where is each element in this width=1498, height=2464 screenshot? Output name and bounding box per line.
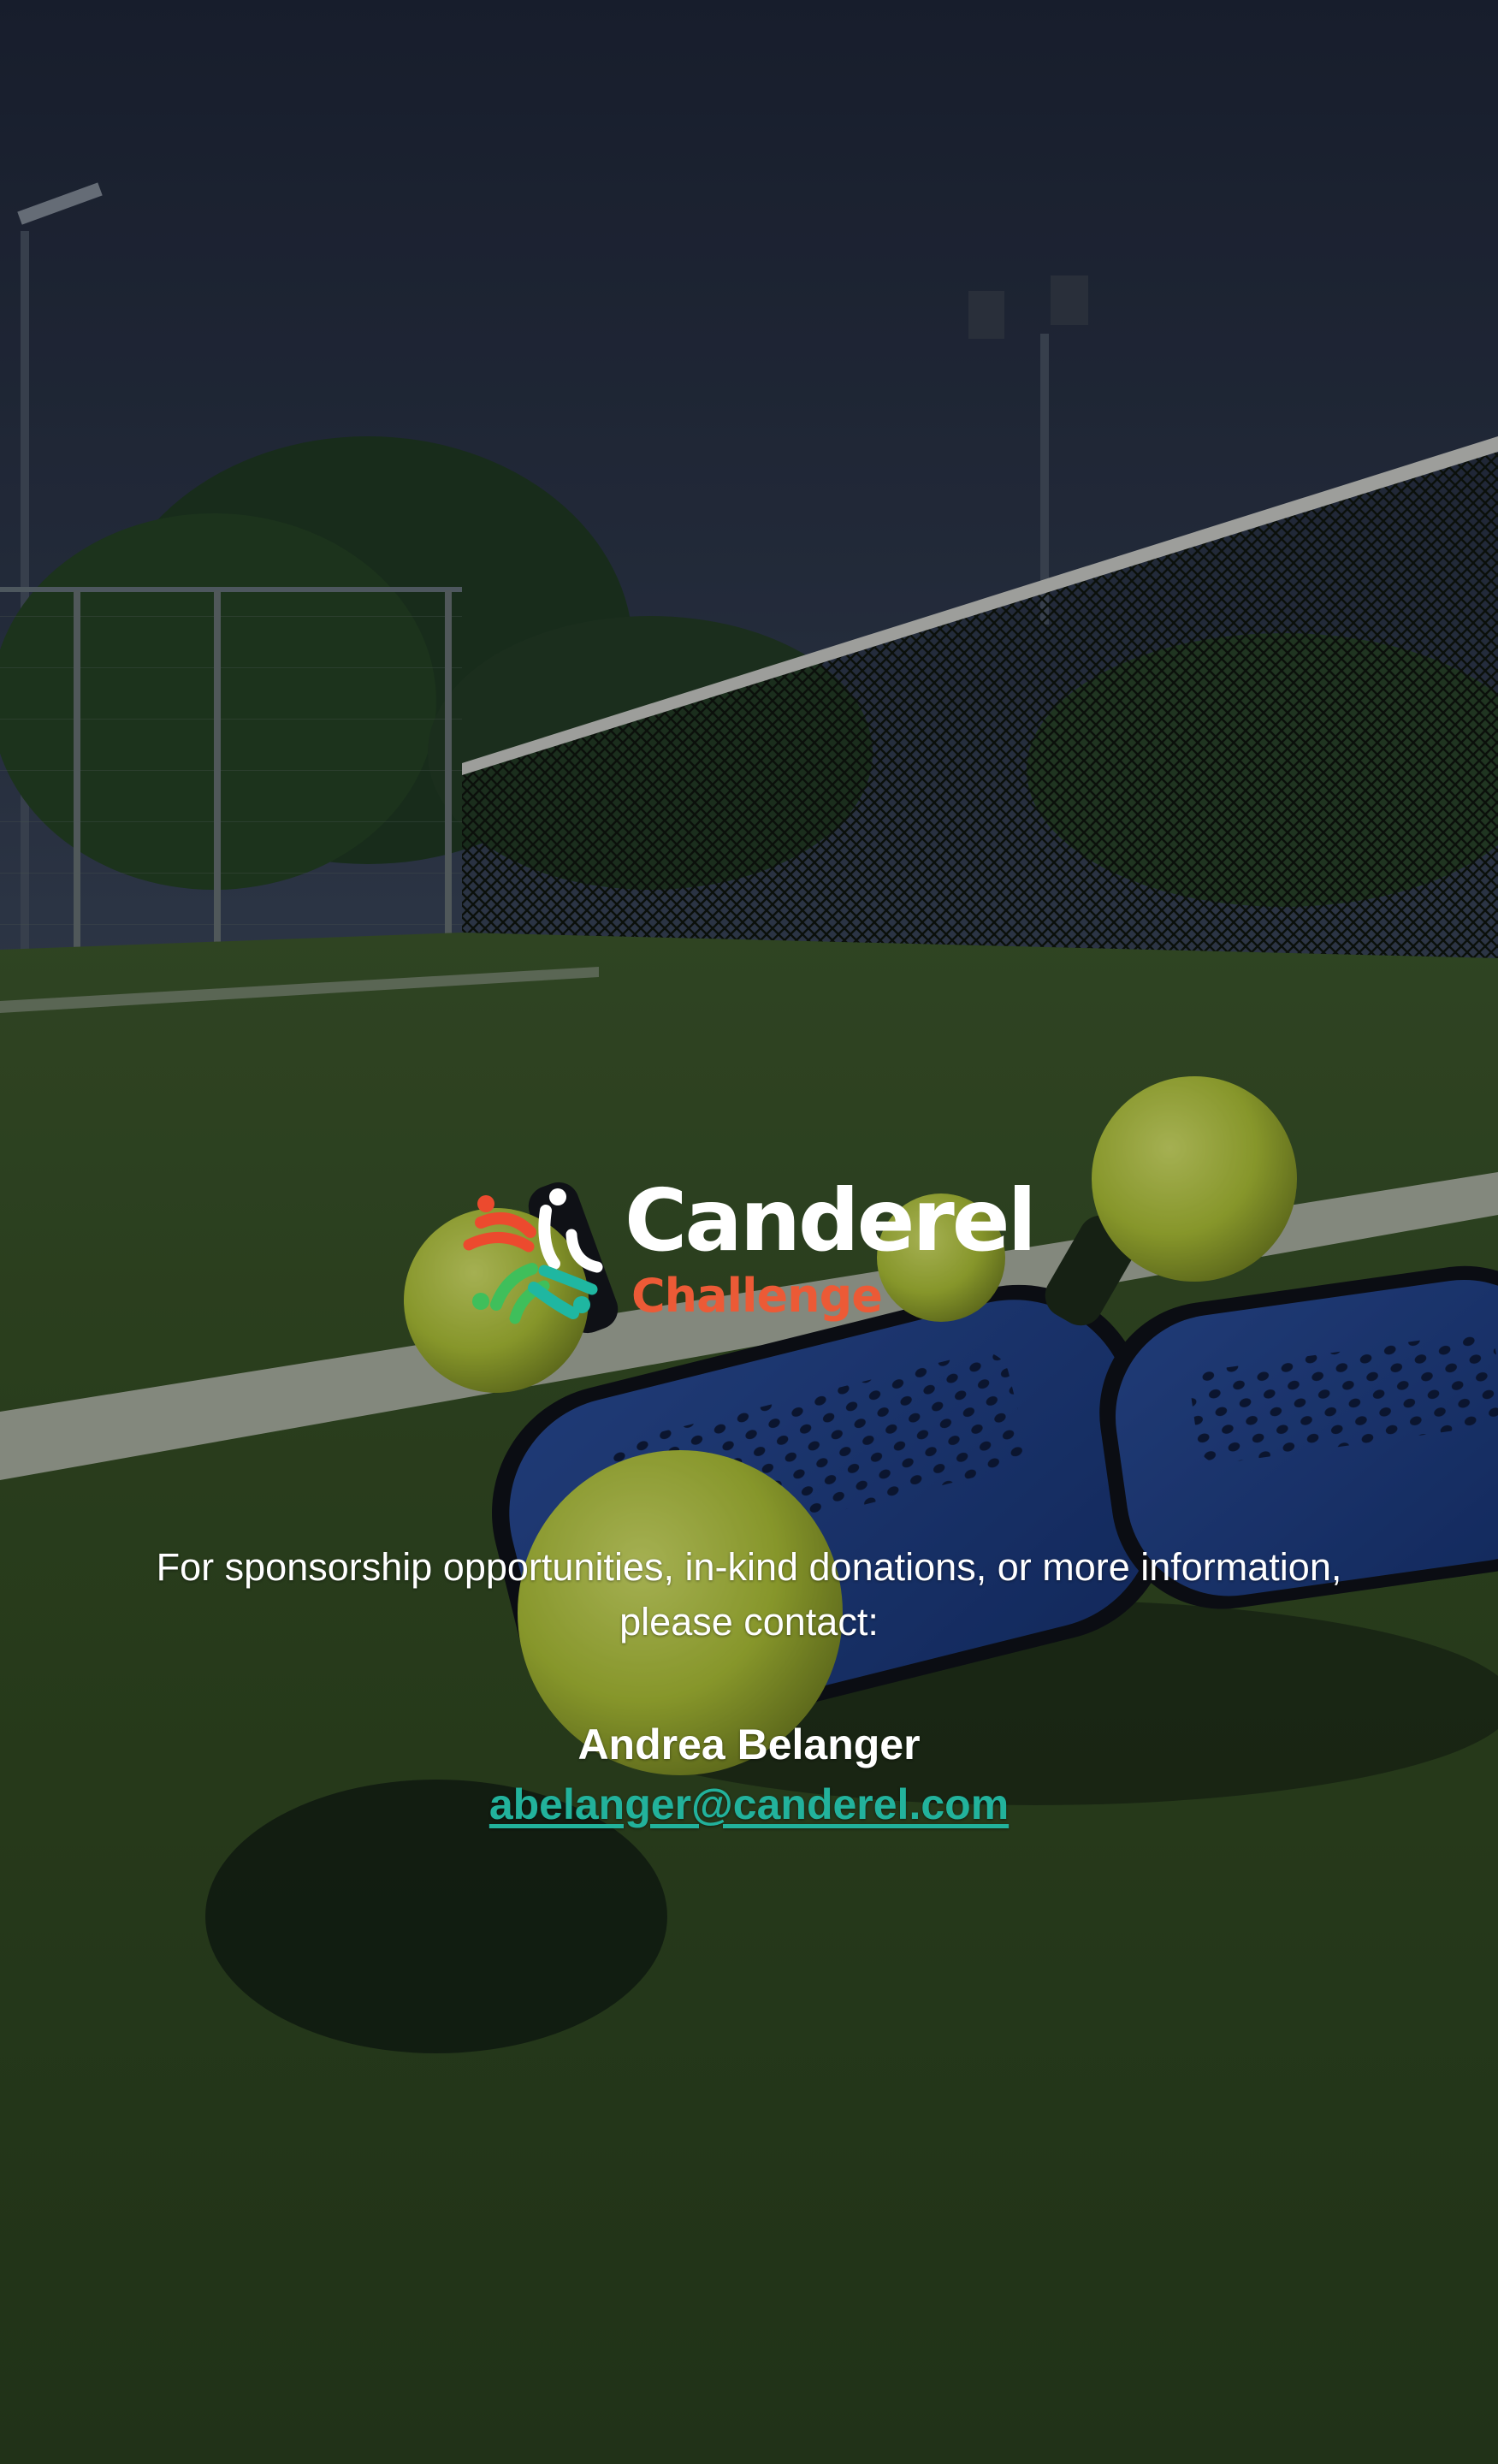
canderel-pinwheel-icon bbox=[463, 1188, 603, 1324]
message-line-2: please contact: bbox=[619, 1600, 879, 1644]
brand-subtitle: Challenge bbox=[631, 1269, 883, 1323]
contact-info-block: For sponsorship opportunities, in-kind d… bbox=[86, 1540, 1412, 1834]
message-line-1: For sponsorship opportunities, in-kind d… bbox=[156, 1545, 1342, 1589]
sponsorship-message: For sponsorship opportunities, in-kind d… bbox=[86, 1540, 1412, 1650]
brand-name: Canderel bbox=[625, 1170, 1037, 1270]
canderel-challenge-logo: Canderel Challenge bbox=[462, 1178, 1037, 1330]
contact-name: Andrea Belanger bbox=[577, 1721, 921, 1768]
sponsorship-panel: Canderel Challenge For sponsorship oppor… bbox=[0, 0, 1498, 2464]
contact-email-link[interactable]: abelanger@canderel.com bbox=[489, 1774, 1009, 1834]
